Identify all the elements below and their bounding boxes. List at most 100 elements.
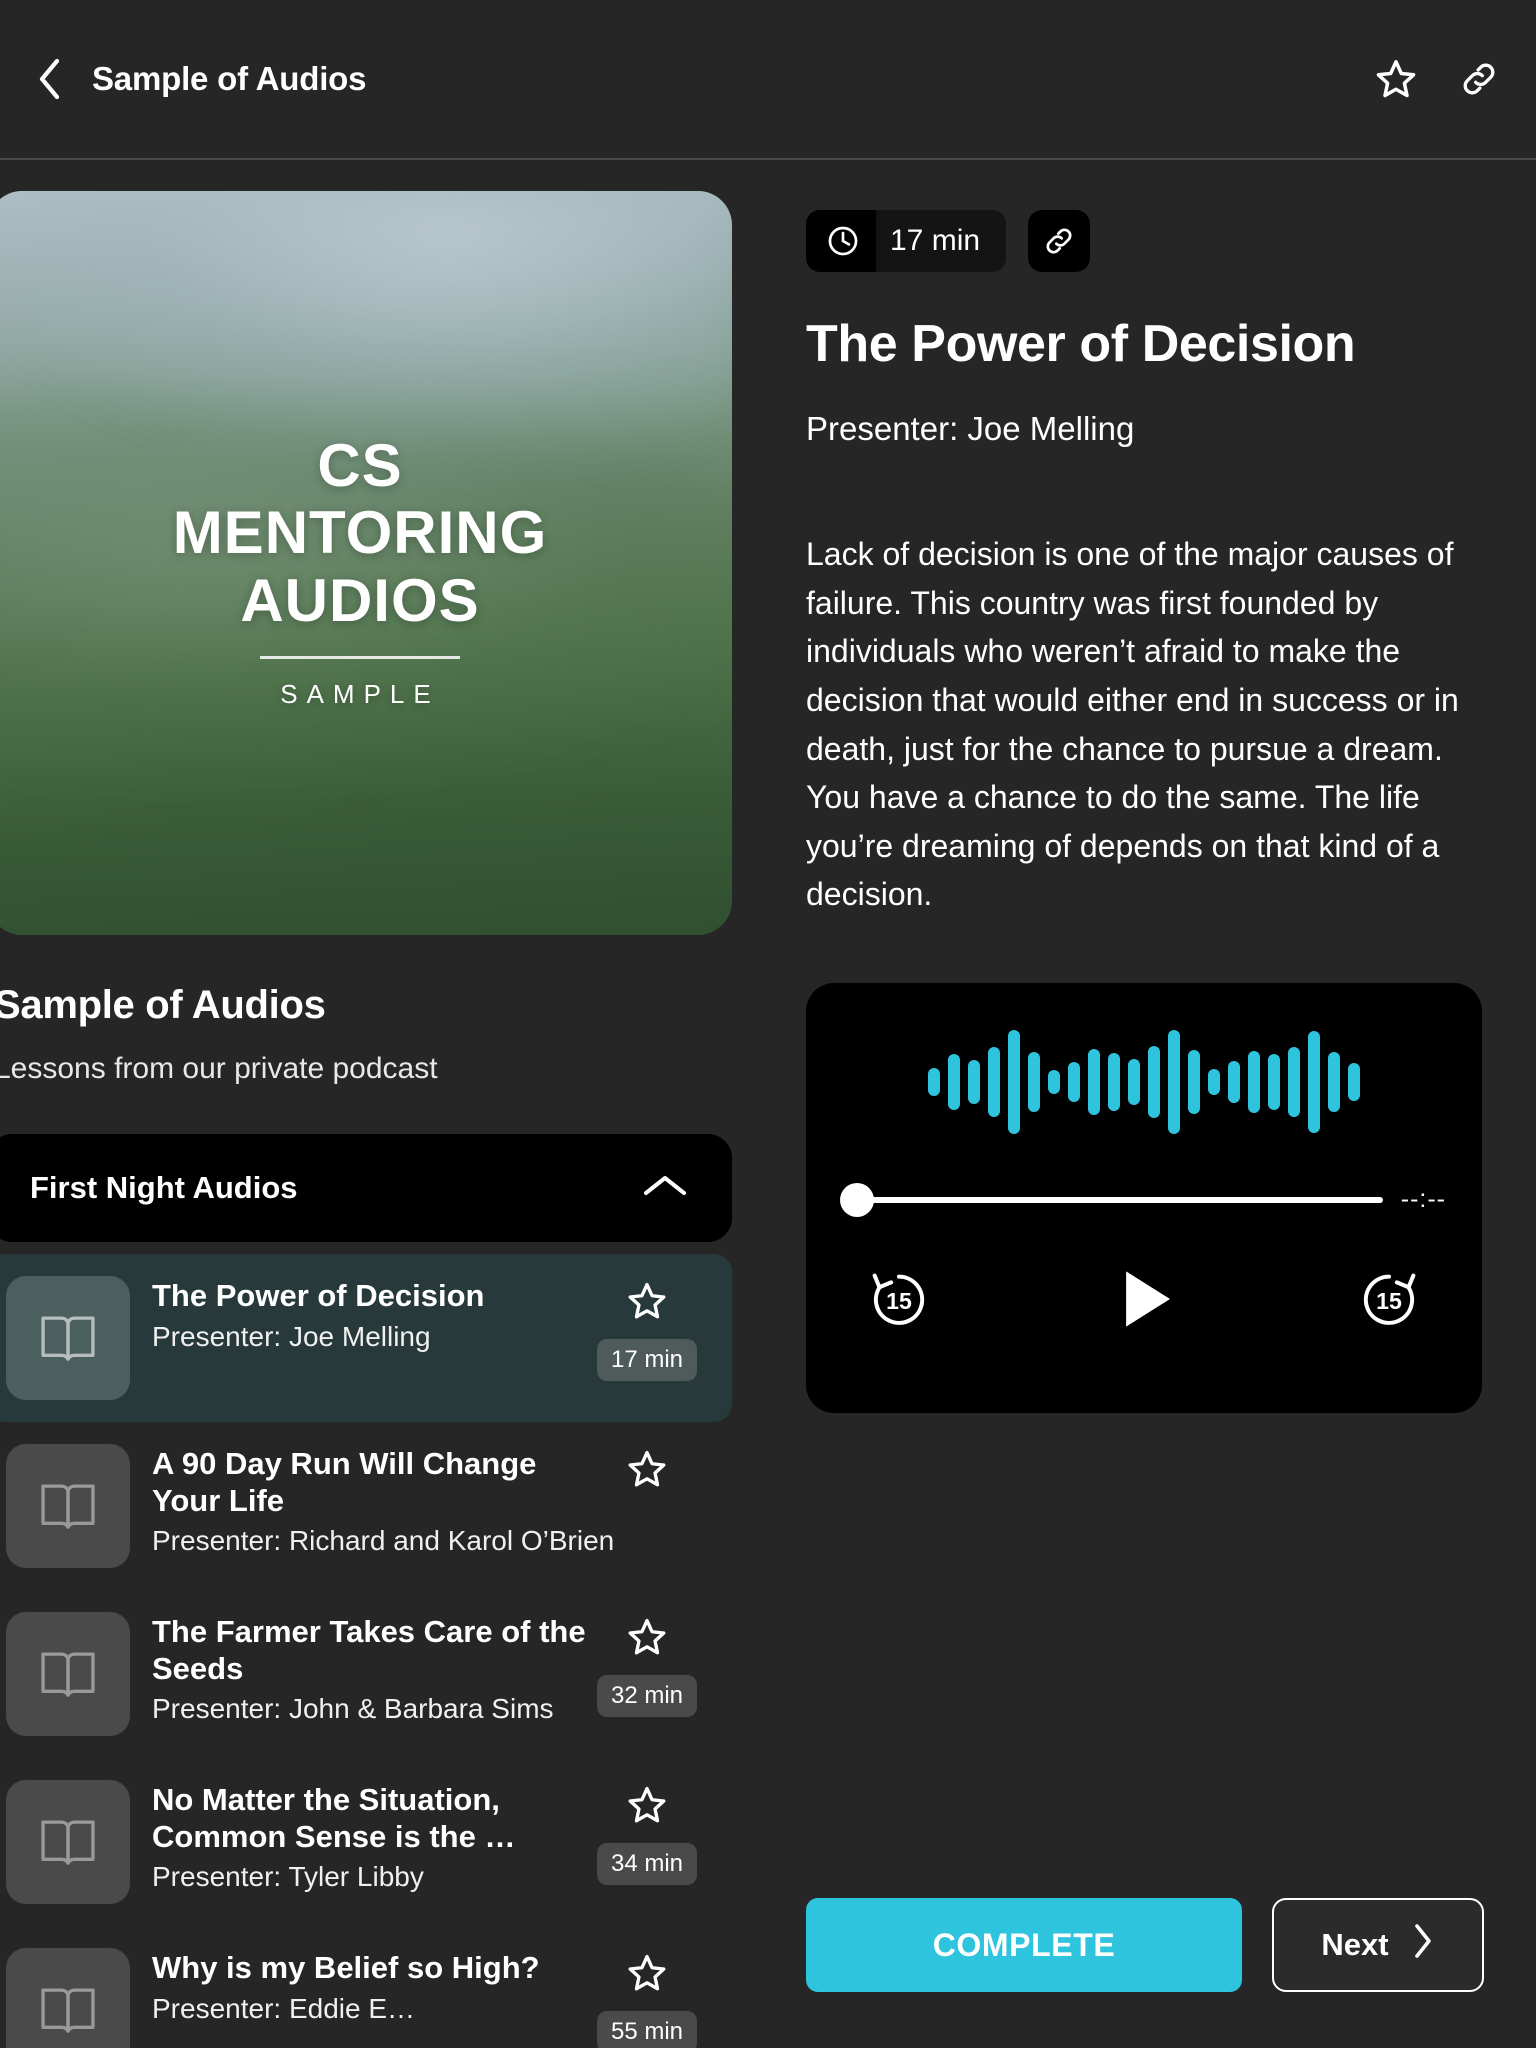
svg-text:15: 15 — [886, 1288, 912, 1314]
audio-player: --:-- 15 15 — [806, 983, 1482, 1413]
left-column: CS MENTORING AUDIOS SAMPLE Sample of Aud… — [0, 160, 744, 2048]
track-text-block: A 90 Day Run Will Change Your Life Prese… — [130, 1444, 615, 1557]
track-title: The Farmer Takes Care of the Seeds — [152, 1614, 586, 1686]
track-meta-block: 55 min — [588, 1948, 706, 2048]
waveform-visualization — [842, 1027, 1446, 1137]
accordion-header-first-night-audios[interactable]: First Night Audios — [0, 1134, 732, 1242]
chevron-up-icon[interactable] — [642, 1172, 688, 1205]
waveform-bar — [1308, 1031, 1320, 1133]
track-title: No Matter the Situation, Common Sense is… — [152, 1782, 516, 1854]
track-list-item[interactable]: The Farmer Takes Care of the Seeds Prese… — [0, 1590, 732, 1758]
waveform-bar — [1228, 1061, 1240, 1103]
detail-meta-row: 17 min — [806, 210, 1484, 272]
waveform-bar — [1008, 1030, 1020, 1134]
open-book-icon — [6, 1276, 130, 1400]
cover-line-3: AUDIOS — [240, 566, 480, 634]
track-title: A 90 Day Run Will Change Your Life — [152, 1446, 537, 1518]
star-outline-icon[interactable] — [626, 1952, 668, 1999]
track-duration-badge: 17 min — [596, 1339, 698, 1381]
replay-15-icon[interactable]: 15 — [862, 1262, 936, 1336]
next-button-label: Next — [1321, 1927, 1389, 1962]
detail-link-icon[interactable] — [1028, 210, 1091, 272]
waveform-bar — [1188, 1050, 1200, 1114]
cover-line-4: SAMPLE — [280, 678, 440, 709]
cover-text-block: CS MENTORING AUDIOS SAMPLE — [0, 191, 732, 935]
track-title: The Power of Decision — [152, 1278, 485, 1313]
detail-title: The Power of Decision — [806, 315, 1356, 373]
track-presenter: Presenter: John & Barbara Sims — [152, 1693, 554, 1725]
course-cover-image: CS MENTORING AUDIOS SAMPLE — [0, 191, 732, 935]
cover-line-1: CS — [317, 432, 403, 500]
waveform-bar — [1268, 1054, 1280, 1110]
waveform-bar — [1248, 1051, 1260, 1113]
clock-icon — [806, 210, 876, 272]
chevron-right-icon — [1411, 1922, 1435, 1968]
waveform-bar — [1208, 1069, 1220, 1095]
open-book-icon — [6, 1612, 130, 1736]
track-text-block: The Power of Decision Presenter: Joe Mel… — [130, 1276, 588, 1353]
track-meta-block: 32 min — [588, 1612, 706, 1717]
track-duration-badge: 55 min — [596, 2011, 698, 2048]
track-presenter: Presenter: Joe Melling — [152, 1320, 431, 1352]
link-icon[interactable] — [1458, 58, 1500, 100]
waveform-bar — [928, 1068, 940, 1096]
star-outline-icon[interactable] — [626, 1280, 668, 1327]
waveform-bar — [1328, 1052, 1340, 1112]
track-list: The Power of Decision Presenter: Joe Mel… — [0, 1254, 732, 2048]
track-presenter: Presenter: Richard and Karol O’Brien — [152, 1525, 615, 1557]
right-column: 17 min The Power of Decision Presenter: … — [744, 160, 1536, 2048]
page-body: CS MENTORING AUDIOS SAMPLE Sample of Aud… — [0, 160, 1536, 2048]
track-text-block: Why is my Belief so High? Presenter: Edd… — [130, 1948, 588, 2025]
forward-15-icon[interactable]: 15 — [1352, 1262, 1426, 1336]
star-outline-icon[interactable] — [626, 1448, 668, 1495]
back-chevron-icon[interactable] — [36, 57, 62, 101]
svg-text:15: 15 — [1376, 1288, 1402, 1314]
track-list-item[interactable]: A 90 Day Run Will Change Your Life Prese… — [0, 1422, 732, 1590]
open-book-icon — [6, 1780, 130, 1904]
track-title: Why is my Belief so High? — [152, 1950, 540, 1985]
track-list-item[interactable]: Why is my Belief so High? Presenter: Edd… — [0, 1926, 732, 2048]
track-text-block: The Farmer Takes Care of the Seeds Prese… — [130, 1612, 588, 1725]
top-bar-left-group: Sample of Audios — [36, 57, 366, 101]
footer-actions: COMPLETE Next — [806, 1898, 1484, 1992]
track-list-item[interactable]: No Matter the Situation, Common Sense is… — [0, 1758, 732, 1926]
waveform-bar — [948, 1054, 960, 1110]
course-title: Sample of Audios — [0, 983, 326, 1027]
open-book-icon — [6, 1948, 130, 2048]
play-icon[interactable] — [1105, 1260, 1183, 1338]
track-meta-block: 17 min — [588, 1276, 706, 1381]
waveform-bar — [1068, 1062, 1080, 1102]
star-outline-icon[interactable] — [626, 1784, 668, 1831]
course-subtitle: Lessons from our private podcast — [0, 1052, 438, 1085]
waveform-bar — [1348, 1063, 1360, 1101]
cover-line-2: MENTORING — [172, 499, 548, 567]
duration-chip: 17 min — [806, 210, 1007, 272]
player-controls: 15 15 — [842, 1260, 1446, 1338]
waveform-bar — [1168, 1030, 1180, 1134]
player-time-display: --:-- — [1400, 1185, 1446, 1213]
page-title: Sample of Audios — [92, 60, 367, 97]
star-outline-icon[interactable] — [626, 1616, 668, 1663]
player-progress-row: --:-- — [840, 1182, 1446, 1217]
star-outline-icon[interactable] — [1374, 57, 1418, 101]
progress-knob[interactable] — [840, 1182, 874, 1217]
track-duration-badge: 32 min — [596, 1675, 698, 1717]
progress-slider[interactable] — [840, 1182, 1383, 1217]
complete-button[interactable]: COMPLETE — [806, 1898, 1242, 1992]
accordion-title: First Night Audios — [30, 1170, 298, 1205]
duration-text: 17 min — [876, 210, 1007, 272]
detail-description: Lack of decision is one of the major cau… — [806, 536, 1459, 913]
open-book-icon — [6, 1444, 130, 1568]
track-list-item[interactable]: The Power of Decision Presenter: Joe Mel… — [0, 1254, 732, 1422]
track-meta-block — [588, 1444, 706, 1521]
track-meta-block: 34 min — [588, 1780, 706, 1885]
waveform-bar — [1028, 1052, 1040, 1112]
next-button[interactable]: Next — [1272, 1898, 1484, 1992]
track-presenter: Presenter: Tyler Libby — [152, 1861, 424, 1893]
waveform-bar — [1128, 1059, 1140, 1105]
top-bar: Sample of Audios — [0, 0, 1536, 160]
waveform-bar — [1048, 1070, 1060, 1094]
waveform-bar — [1088, 1049, 1100, 1115]
top-bar-right-group — [1374, 57, 1500, 101]
cover-divider — [260, 655, 460, 659]
